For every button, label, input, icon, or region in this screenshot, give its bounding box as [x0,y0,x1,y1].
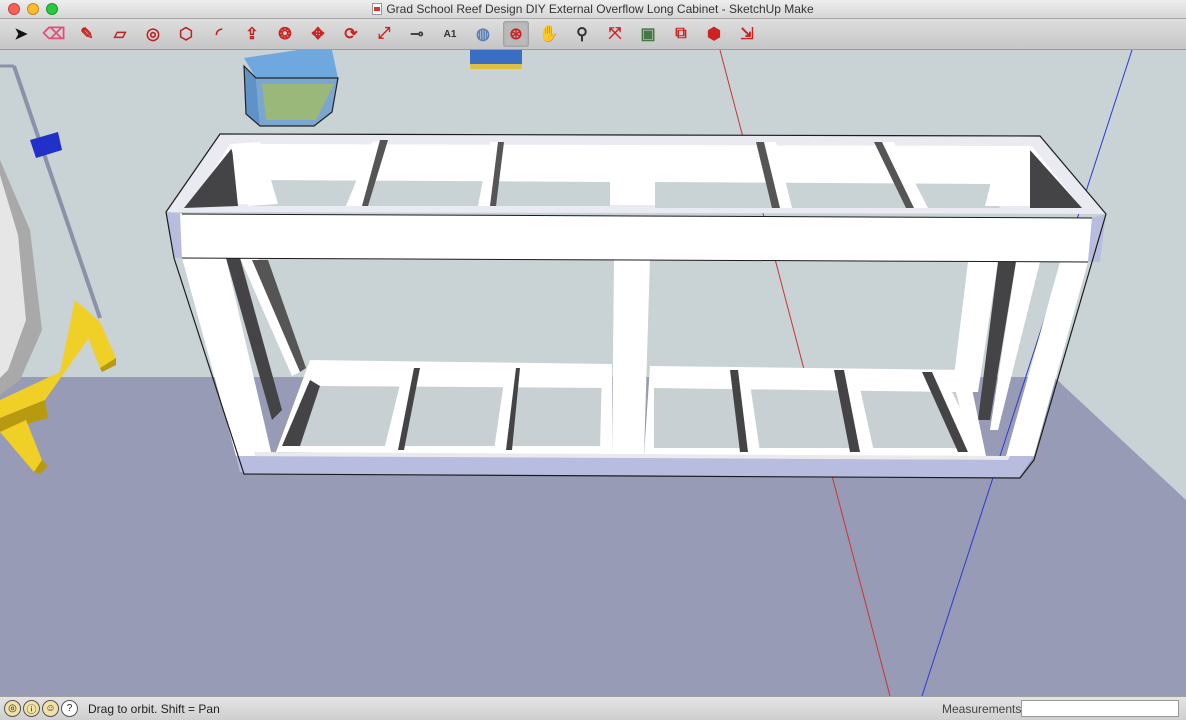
get-models-tool-button[interactable]: ⧉ [668,21,694,47]
zoom-window-button[interactable] [46,3,58,15]
zoom-extents-tool-button[interactable]: ⤧ [602,21,628,47]
previous-view-icon: ▣ [640,26,656,43]
window-controls [8,3,58,15]
rotate-tool-button[interactable]: ⟳ [338,21,364,47]
pan-icon: ✋ [539,26,559,43]
eraser-tool-button[interactable]: ⌫ [41,21,67,47]
user-icon[interactable]: ☺ [42,700,59,717]
sketchup-window: Grad School Reef Design DIY External Ove… [0,0,1186,720]
circle-tool-button[interactable]: ◎ [140,21,166,47]
rectangle-tool-button[interactable]: ▱ [107,21,133,47]
get-models-icon: ⧉ [675,25,687,42]
cabinet-frame[interactable] [165,133,1107,479]
arc-icon: ◜ [215,26,223,43]
pencil-tool-button[interactable]: ✎ [74,21,100,47]
push-pull-tool-button[interactable]: ⇪ [239,21,265,47]
share-model-icon: ⬢ [707,26,721,43]
arc-tool-button[interactable]: ◜ [206,21,232,47]
minimize-window-button[interactable] [27,3,39,15]
zoom-icon: ⚲ [576,26,588,43]
orbit-icon: ⊛ [509,26,523,43]
push-pull-icon: ⇪ [245,26,259,43]
follow-me-icon: ❂ [278,26,292,43]
glass-tank[interactable] [243,50,339,127]
tape-measure-tool-button[interactable]: ⊸ [404,21,430,47]
circle-icon: ◎ [146,26,160,43]
measurements-label: Measurements [942,702,1022,716]
tape-measure-icon: ⊸ [410,26,424,43]
paint-bucket-tool-button[interactable]: ◍ [470,21,496,47]
zoom-extents-icon: ⤧ [608,25,622,42]
rectangle-icon: ▱ [113,26,127,43]
move-icon: ✥ [311,26,325,43]
window-title: Grad School Reef Design DIY External Ove… [386,2,814,16]
select-icon: ➤ [14,26,28,43]
scale-icon: ⤢ [377,25,391,42]
pencil-icon: ✎ [80,26,94,43]
status-bar: ◎ ⓘ ☺ ? Drag to orbit. Shift = Pan Measu… [0,696,1186,720]
text-tool-button[interactable]: A1 [437,21,463,47]
extension-warehouse-icon: ⇲ [740,26,754,43]
geo-location-icon[interactable]: ◎ [4,700,21,717]
previous-view-tool-button[interactable]: ▣ [635,21,661,47]
getting-started-toolbar: ➤ ⌫ ✎ ▱ ◎ ⬡ ◜ ⇪ ❂ ✥ ⟳ ⤢ ⊸ A1 ◍ ⊛ ✋ ⚲ ⤧ ▣ ⧉ ⬢ ⇲ [0,19,1186,50]
move-tool-button[interactable]: ✥ [305,21,331,47]
credits-icon[interactable]: ⓘ [23,700,40,717]
left-tank[interactable] [0,64,102,395]
status-hint: Drag to orbit. Shift = Pan [88,701,220,716]
3d-viewport[interactable] [0,50,1186,696]
rotate-icon: ⟳ [344,26,358,43]
extension-warehouse-tool-button[interactable]: ⇲ [734,21,760,47]
text-icon: A1 [443,28,457,40]
share-model-tool-button[interactable]: ⬢ [701,21,727,47]
scene-canvas[interactable] [0,50,1186,696]
scale-tool-button[interactable]: ⤢ [371,21,397,47]
title-bar: Grad School Reef Design DIY External Ove… [0,0,1186,19]
document-icon [372,3,383,15]
measurements-input[interactable] [1021,700,1179,717]
polygon-tool-button[interactable]: ⬡ [173,21,199,47]
title-group: Grad School Reef Design DIY External Ove… [372,2,814,16]
follow-me-tool-button[interactable]: ❂ [272,21,298,47]
paint-bucket-icon: ◍ [476,26,490,43]
close-window-button[interactable] [8,3,20,15]
help-icon[interactable]: ? [61,700,78,717]
select-tool-button[interactable]: ➤ [8,21,34,47]
polygon-icon: ⬡ [179,26,193,43]
eraser-icon: ⌫ [42,26,66,43]
distant-object [470,50,522,69]
orbit-tool-button[interactable]: ⊛ [503,21,529,47]
zoom-tool-button[interactable]: ⚲ [569,21,595,47]
pan-tool-button[interactable]: ✋ [536,21,562,47]
